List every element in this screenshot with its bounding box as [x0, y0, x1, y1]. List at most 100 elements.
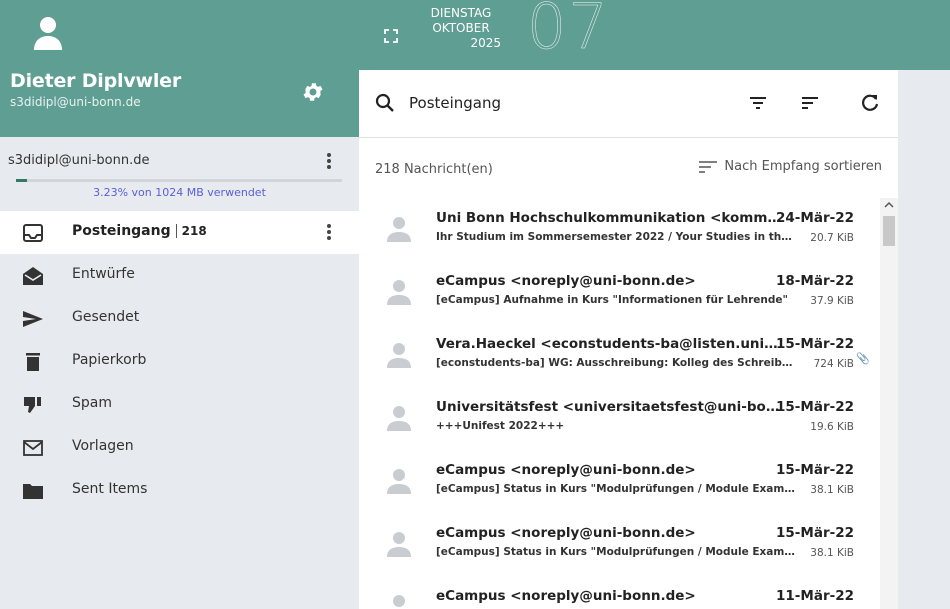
folder-item-papierkorb[interactable]: Papierkorb: [0, 340, 359, 383]
date-words: DIENSTAG OKTOBER 2025: [421, 6, 501, 51]
folder-menu-icon[interactable]: [323, 222, 335, 242]
user-icon: [34, 17, 62, 50]
message-subject: [eCampus] Status in Kurs "Modulprüfungen…: [436, 483, 796, 495]
draft-envelope-icon: [23, 267, 43, 285]
search-bar: [359, 70, 898, 138]
folder-item-entwuerfe[interactable]: Entwürfe: [0, 254, 359, 297]
trash-icon: [26, 353, 40, 371]
message-size: 724 KiB: [813, 358, 854, 370]
folder-item-vorlagen[interactable]: Vorlagen: [0, 426, 359, 469]
gear-icon[interactable]: [301, 80, 325, 104]
message-sender: Uni Bonn Hochschulkommunikation <kommuni…: [436, 210, 781, 226]
sort-lines-icon: [699, 160, 718, 173]
message-size: 20.7 KiB: [810, 232, 854, 244]
sender-avatar-icon: [387, 280, 411, 305]
folder-item-sent-items[interactable]: Sent Items: [0, 469, 359, 512]
folder-label: Spam: [72, 395, 112, 411]
message-size: 19.6 KiB: [810, 421, 854, 433]
sender-avatar-icon: [393, 595, 405, 607]
folder-item-posteingang[interactable]: Posteingang 218: [0, 211, 359, 254]
message-sender: eCampus <noreply@uni-bonn.de>: [436, 525, 696, 541]
sender-avatar-icon: [387, 469, 411, 494]
message-sender: Vera.Haeckel <econstudents-ba@listen.uni…: [436, 336, 781, 352]
filter-icon[interactable]: [747, 92, 769, 114]
search-input[interactable]: [409, 90, 679, 116]
expand-icon[interactable]: [383, 28, 399, 44]
scrollbar-thumb[interactable]: [883, 216, 895, 246]
message-sender: eCampus <noreply@uni-bonn.de>: [436, 462, 696, 478]
user-name: Dieter Diplvwler: [10, 70, 182, 92]
message-row[interactable]: Uni Bonn Hochschulkommunikation <kommuni…: [359, 198, 880, 261]
user-header: Dieter Diplvwler s3didipl@uni-bonn.de: [0, 0, 359, 137]
folder-icon: [23, 484, 43, 499]
sort-icon[interactable]: [799, 92, 821, 114]
message-row[interactable]: eCampus <noreply@uni-bonn.de> 15-Mär-22 [e…: [359, 513, 880, 576]
message-date: 24-Mär-22: [776, 210, 854, 226]
account-menu-icon[interactable]: [323, 151, 335, 171]
message-subject: +++Unifest 2022+++: [436, 420, 565, 432]
message-row[interactable]: eCampus <noreply@uni-bonn.de>11-Mär-22[e…: [359, 576, 880, 609]
folder-label: Papierkorb: [72, 352, 147, 368]
send-icon: [23, 311, 43, 327]
attachment-icon: 📎: [856, 352, 870, 365]
right-gutter: [898, 70, 950, 609]
folder-label: Gesendet: [72, 309, 140, 325]
list-toolbar: 218 Nachricht(en) Nach Empfang sortieren: [359, 138, 898, 198]
message-size: 38.1 KiB: [810, 547, 854, 559]
quota-text: 3.23% von 1024 MB verwendet: [93, 186, 266, 199]
message-row[interactable]: Vera.Haeckel <econstudents-ba@listen.uni…: [359, 324, 880, 387]
message-subject: [eCampus] Status in Kurs "Modulprüfungen…: [436, 546, 796, 558]
message-sender: eCampus <noreply@uni-bonn.de>: [436, 588, 696, 604]
day-number: 07: [527, 0, 610, 63]
month: OKTOBER: [432, 21, 490, 35]
folder-list: Posteingang 218 Entwürfe Gesendet Papierk…: [0, 211, 359, 512]
message-date: 15-Mär-22: [776, 525, 854, 541]
folder-label: Posteingang 218: [72, 223, 207, 239]
message-date: 18-Mär-22: [776, 273, 854, 289]
sort-button[interactable]: Nach Empfang sortieren: [698, 159, 882, 174]
envelope-outline-icon: [23, 440, 43, 456]
folder-item-spam[interactable]: Spam: [0, 383, 359, 426]
message-date: 11-Mär-22: [776, 588, 854, 604]
message-subject: [eCampus] Aufnahme in Kurs "Informatione…: [436, 294, 788, 306]
message-count: 218 Nachricht(en): [375, 162, 493, 177]
message-subject: [econstudents-ba] WG: Ausschreibung: Kol…: [436, 357, 796, 369]
search-icon[interactable]: [375, 93, 395, 113]
user-email: s3didipl@uni-bonn.de: [10, 95, 141, 109]
message-row[interactable]: Universitätsfest <universitaetsfest@uni-…: [359, 387, 880, 450]
folder-label: Entwürfe: [72, 266, 135, 282]
date-header: DIENSTAG OKTOBER 2025 07: [359, 0, 950, 70]
unread-count: 218: [175, 224, 207, 238]
refresh-icon[interactable]: [859, 92, 881, 114]
year: 2025: [470, 36, 501, 50]
account-row[interactable]: s3didipl@uni-bonn.de: [0, 137, 359, 210]
message-sender: Universitätsfest <universitaetsfest@uni-…: [436, 399, 781, 415]
folder-label: Vorlagen: [72, 438, 134, 454]
folder-label: Sent Items: [72, 481, 148, 497]
weekday: DIENSTAG: [430, 6, 492, 20]
message-date: 15-Mär-22: [776, 399, 854, 415]
message-sender: eCampus <noreply@uni-bonn.de>: [436, 273, 696, 289]
scroll-up-arrow-icon[interactable]: [880, 198, 898, 212]
folder-item-gesendet[interactable]: Gesendet: [0, 297, 359, 340]
message-list: Uni Bonn Hochschulkommunikation <kommuni…: [359, 198, 880, 609]
sender-avatar-icon: [387, 217, 411, 242]
sender-avatar-icon: [387, 406, 411, 431]
message-date: 15-Mär-22: [776, 336, 854, 352]
quota-bar-track: [16, 179, 342, 182]
inbox-icon: [23, 224, 43, 242]
sort-label: Nach Empfang sortieren: [724, 159, 882, 174]
message-size: 37.9 KiB: [810, 295, 854, 307]
message-size: 38.1 KiB: [810, 484, 854, 496]
sender-avatar-icon: [387, 532, 411, 557]
sender-avatar-icon: [387, 343, 411, 368]
account-email: s3didipl@uni-bonn.de: [8, 153, 150, 168]
sidebar: Dieter Diplvwler s3didipl@uni-bonn.de s3…: [0, 0, 359, 609]
message-date: 15-Mär-22: [776, 462, 854, 478]
message-row[interactable]: eCampus <noreply@uni-bonn.de> 15-Mär-22 [e…: [359, 450, 880, 513]
message-row[interactable]: eCampus <noreply@uni-bonn.de> 18-Mär-22 [e…: [359, 261, 880, 324]
message-pane: 218 Nachricht(en) Nach Empfang sortieren…: [359, 70, 898, 609]
thumbs-down-icon: [24, 397, 41, 413]
quota-bar-fill: [16, 179, 27, 182]
scrollbar[interactable]: [880, 198, 898, 609]
